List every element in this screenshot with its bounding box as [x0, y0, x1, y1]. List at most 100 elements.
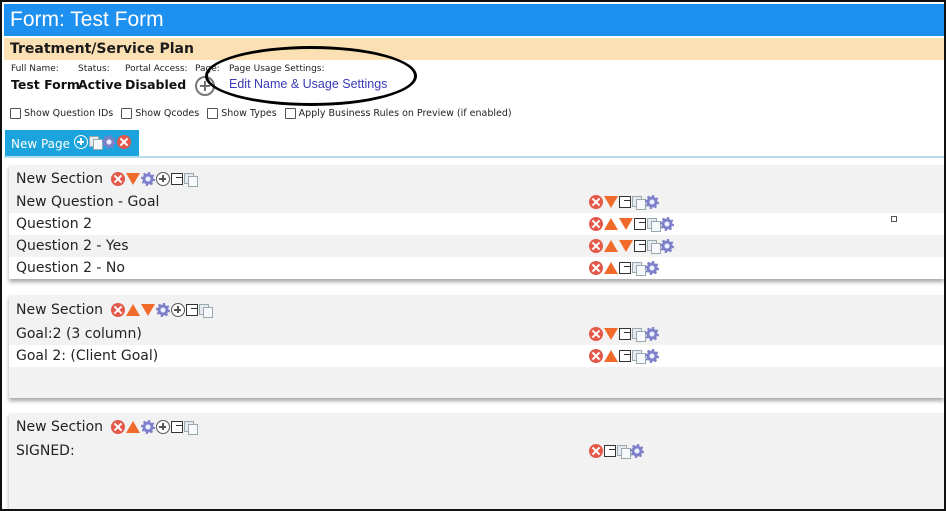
copy-icon[interactable]: [632, 327, 646, 342]
gear-icon[interactable]: [630, 444, 644, 458]
copy-icon[interactable]: [647, 239, 661, 254]
page-usage-label: Page Usage Settings:: [229, 64, 325, 74]
move-up-icon[interactable]: [126, 304, 141, 316]
export-icon[interactable]: [171, 173, 184, 185]
add-icon[interactable]: [156, 172, 171, 186]
question-label: Question 2: [16, 216, 92, 232]
plan-title: Treatment/Service Plan: [4, 38, 944, 60]
export-icon[interactable]: [619, 328, 631, 340]
show-qcodes-option[interactable]: Show Qcodes: [121, 108, 199, 119]
full-name-value: Test Form: [11, 77, 80, 92]
copy-icon[interactable]: [199, 303, 214, 318]
section-title: New Section: [16, 171, 104, 187]
tab-new-page[interactable]: New Page: [5, 130, 139, 156]
form-editor-window: Form: Test Form Treatment/Service Plan F…: [0, 0, 946, 511]
export-icon[interactable]: [171, 421, 184, 433]
show-question-ids-option[interactable]: Show Question IDs: [10, 108, 113, 119]
question-row[interactable]: Question 2: [9, 213, 944, 235]
delete-icon[interactable]: [589, 217, 603, 231]
gear-icon[interactable]: [141, 172, 156, 186]
gear-icon[interactable]: [141, 420, 156, 434]
question-row[interactable]: New Question - Goal: [9, 191, 944, 213]
move-up-icon[interactable]: [604, 350, 618, 362]
section-header-actions: [111, 171, 199, 187]
export-icon[interactable]: [619, 350, 631, 362]
question-row[interactable]: Question 2 - Yes: [9, 235, 944, 257]
export-icon[interactable]: [186, 304, 199, 316]
copy-icon[interactable]: [632, 349, 646, 364]
move-up-icon[interactable]: [604, 218, 618, 230]
delete-icon[interactable]: [589, 349, 603, 363]
move-up-icon[interactable]: [604, 240, 618, 252]
gear-icon[interactable]: [645, 261, 659, 275]
copy-icon[interactable]: [89, 135, 103, 150]
gear-icon[interactable]: [645, 349, 659, 363]
copy-icon[interactable]: [632, 195, 646, 210]
question-label: SIGNED:: [16, 443, 75, 459]
question-actions: [589, 195, 660, 210]
export-icon[interactable]: [634, 240, 646, 252]
add-icon[interactable]: [171, 303, 186, 317]
gear-icon[interactable]: [645, 195, 659, 209]
copy-icon[interactable]: [632, 261, 646, 276]
move-down-icon[interactable]: [619, 240, 633, 252]
question-label: Question 2 - Yes: [16, 238, 129, 254]
question-actions: [589, 239, 675, 254]
copy-icon[interactable]: [617, 444, 631, 459]
question-actions: [589, 217, 675, 232]
window-title: Form: Test Form: [4, 4, 944, 36]
copy-icon[interactable]: [184, 420, 199, 435]
delete-icon[interactable]: [111, 303, 126, 317]
add-icon[interactable]: [74, 135, 88, 149]
edit-usage-settings-link[interactable]: Edit Name & Usage Settings: [229, 77, 387, 91]
apply-business-rules-checkbox[interactable]: [284, 108, 296, 119]
resize-handle-icon[interactable]: [891, 216, 897, 222]
show-qcodes-checkbox[interactable]: [121, 108, 133, 119]
gear-icon[interactable]: [156, 303, 171, 317]
delete-icon[interactable]: [111, 420, 126, 434]
export-icon[interactable]: [619, 262, 631, 274]
question-actions: [589, 349, 660, 364]
question-actions: [589, 327, 660, 342]
question-row[interactable]: Goal:2 (3 column): [9, 323, 944, 345]
question-label: Question 2 - No: [16, 260, 125, 276]
gear-icon[interactable]: [645, 327, 659, 341]
delete-icon[interactable]: [589, 239, 603, 253]
page-tab-actions: [74, 135, 132, 150]
move-down-icon[interactable]: [604, 196, 618, 208]
delete-icon[interactable]: [589, 261, 603, 275]
delete-icon[interactable]: [589, 444, 603, 458]
add-page-icon[interactable]: +: [195, 76, 215, 96]
delete-icon[interactable]: [117, 135, 131, 149]
gear-icon[interactable]: [102, 135, 116, 149]
section-2: New Section Goal:2 (3 column) Goal 2: (C…: [9, 295, 944, 398]
section-title: New Section: [16, 302, 104, 318]
copy-icon[interactable]: [184, 172, 199, 187]
move-down-icon[interactable]: [141, 304, 156, 316]
gear-icon[interactable]: [660, 239, 674, 253]
show-question-ids-checkbox[interactable]: [10, 108, 21, 119]
question-row[interactable]: Goal 2: (Client Goal): [9, 345, 944, 367]
delete-icon[interactable]: [111, 172, 126, 186]
export-icon[interactable]: [634, 218, 646, 230]
move-down-icon[interactable]: [619, 218, 633, 230]
delete-icon[interactable]: [589, 195, 603, 209]
delete-icon[interactable]: [589, 327, 603, 341]
export-icon[interactable]: [619, 196, 631, 208]
gear-icon[interactable]: [660, 217, 674, 231]
copy-icon[interactable]: [647, 217, 661, 232]
move-up-icon[interactable]: [126, 421, 141, 433]
question-row[interactable]: Question 2 - No: [9, 257, 944, 279]
question-row[interactable]: SIGNED:: [9, 440, 944, 462]
section-header: New Section: [16, 302, 214, 318]
add-icon[interactable]: [156, 420, 171, 434]
apply-business-rules-option[interactable]: Apply Business Rules on Preview (if enab…: [284, 108, 512, 119]
show-qcodes-label: Show Qcodes: [135, 108, 200, 119]
status-value: Active: [78, 77, 122, 92]
move-down-icon[interactable]: [604, 328, 618, 340]
export-icon[interactable]: [604, 445, 616, 457]
move-up-icon[interactable]: [604, 262, 618, 274]
move-down-icon[interactable]: [126, 173, 141, 185]
show-types-option[interactable]: Show Types: [207, 108, 277, 119]
show-types-checkbox[interactable]: [207, 108, 219, 119]
